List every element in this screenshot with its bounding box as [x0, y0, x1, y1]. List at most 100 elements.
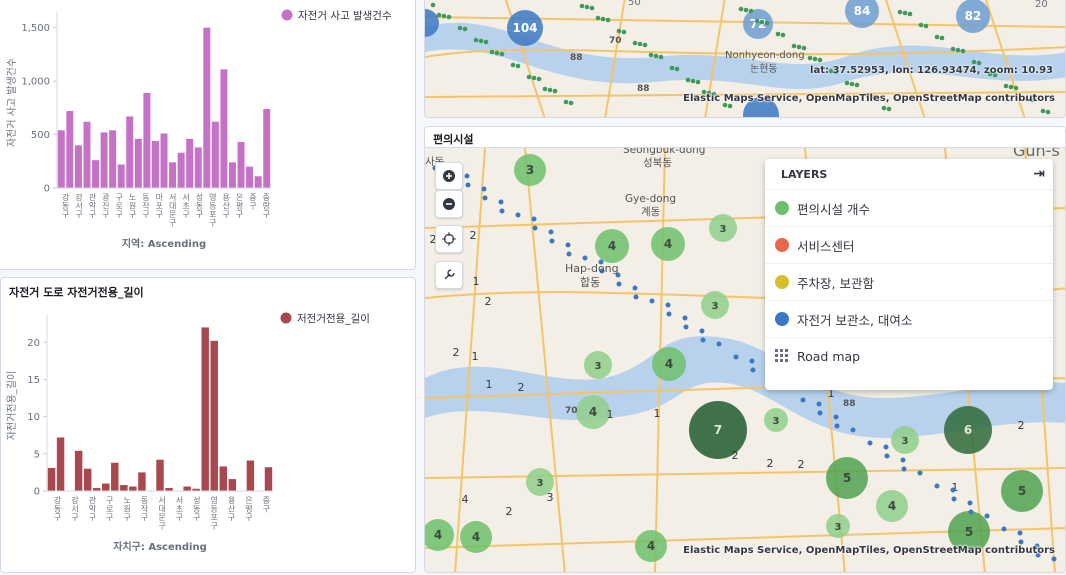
point-marker [589, 5, 595, 11]
point-marker [683, 324, 689, 330]
map-attribution[interactable]: Elastic Maps Service, OpenMapTiles, Open… [683, 545, 1055, 556]
x-tick-label: 동작구 [142, 193, 150, 219]
collapse-layers-icon[interactable]: ⇥ [1033, 166, 1045, 182]
chart-panel-bike-lanes: 자전거 도로 자전거전용_길이 0 5 10 15 20 강 동 구 강 서 구 관 악 구 구 로 구 노 원 구 동… [0, 277, 416, 573]
point-marker [637, 41, 643, 47]
svg-text:영: 영 [209, 192, 216, 202]
x-tick-label: 은평구 [245, 496, 252, 522]
svg-text:강: 강 [62, 192, 70, 202]
cluster-count: 4 [589, 405, 597, 419]
layer-row[interactable]: 주차장, 보관함 [765, 264, 1053, 301]
panel-title: 자전거 도로 자전거전용_길이 [9, 286, 144, 299]
point-marker [791, 43, 797, 49]
bar [134, 138, 142, 188]
draw-tool-button[interactable] [435, 261, 463, 289]
svg-text:구: 구 [249, 202, 256, 211]
point-marker [950, 46, 956, 52]
place-label: 계동 [641, 206, 661, 218]
locate-button[interactable] [435, 225, 463, 253]
svg-text:진: 진 [102, 201, 109, 211]
x-tick-label: 용산구 [228, 496, 236, 522]
x-axis-title: 지역: Ascending [122, 237, 206, 250]
point-marker [549, 238, 555, 244]
cluster-count: 4 [888, 499, 896, 513]
point-marker [867, 440, 873, 446]
y-tick-label: 0 [34, 487, 40, 498]
point-marker [690, 78, 696, 84]
point-marker [642, 42, 648, 48]
point-marker [548, 229, 554, 235]
cluster-count: 5 [1018, 484, 1026, 498]
point-marker [1051, 556, 1057, 562]
point-marker [565, 242, 571, 248]
point-marker [733, 354, 739, 360]
svg-text:작: 작 [141, 504, 149, 514]
svg-text:구: 구 [228, 513, 235, 522]
cluster-count: 6 [964, 423, 972, 437]
cluster-count: 2 [798, 458, 805, 471]
point-marker [884, 453, 890, 459]
point-marker [897, 9, 903, 15]
x-tick-label: 서초구 [182, 193, 189, 219]
point-marker [796, 44, 802, 50]
bar [237, 142, 245, 188]
cluster-count: 1 [607, 408, 614, 421]
legend-label: 자전거 사고 발생건수 [298, 10, 392, 22]
layers-legend[interactable]: LAYERS ⇥ 편의시설 개수 서비스센터 주차장, 보관함 자전거 보관소,… [765, 159, 1053, 390]
bar-chart-bike-lanes: 05101520강동구강서구관악구구로구노원구동작구서대문구서초구성동구영등포구… [5, 312, 370, 553]
point-marker [881, 105, 887, 111]
bar [120, 485, 128, 491]
place-label: Nonhyeon-dong [725, 50, 805, 61]
bar [57, 130, 65, 188]
point-marker [817, 57, 823, 63]
layer-row[interactable]: Road map [765, 338, 1053, 374]
zoom-in-button[interactable] [435, 162, 463, 190]
point-marker [902, 10, 908, 16]
x-axis-title: 자치구: Ascending [113, 540, 206, 553]
cluster-count: 4 [472, 530, 480, 544]
bar [129, 486, 137, 491]
layer-color-dot [775, 238, 789, 252]
bar [254, 176, 262, 188]
bar [92, 160, 99, 188]
point-marker [749, 358, 755, 364]
bar [102, 483, 110, 491]
point-marker [632, 285, 638, 291]
point-marker [849, 81, 855, 87]
point-marker [582, 255, 588, 261]
bar [151, 140, 159, 188]
point-marker [547, 87, 553, 93]
bar-chart-accidents: 05001,0001,500강동구강서구관악구광진구구로구노원구동작구마포구서대… [6, 9, 392, 250]
point-marker [526, 74, 532, 80]
point-marker [568, 100, 574, 106]
map-panel-amenities[interactable]: 편의시설 34433344736354553444322211112221122… [424, 126, 1066, 573]
x-tick-label: 광진구 [102, 192, 110, 219]
point-marker [669, 65, 675, 71]
map-attribution[interactable]: Elastic Maps Service, OpenMapTiles, Open… [683, 93, 1055, 104]
point-marker [800, 397, 806, 403]
layer-row[interactable]: 자전거 보관소, 대여소 [765, 301, 1053, 338]
svg-text:구: 구 [158, 522, 165, 531]
point-marker [759, 19, 765, 25]
point-marker [531, 75, 537, 81]
place-label: Gye-dong [625, 193, 676, 205]
point-marker [923, 23, 929, 29]
map-panel-top[interactable]: 104 72 84 82 70 88 88 50 20 Nonhyeon-dong 논현동 lat:… [424, 0, 1066, 118]
bar [228, 479, 237, 491]
point-marker [833, 414, 839, 420]
point-marker [844, 80, 850, 86]
x-tick-label: 성동구 [193, 496, 200, 522]
layer-row[interactable]: 서비스센터 [765, 227, 1053, 264]
point-marker [764, 20, 770, 26]
zoom-out-button[interactable] [435, 190, 463, 218]
svg-text:광: 광 [102, 192, 110, 202]
bar [169, 162, 177, 188]
svg-text:구: 구 [106, 513, 113, 522]
point-marker [807, 55, 813, 61]
svg-text:강: 강 [71, 495, 79, 505]
cluster-count: 1 [473, 275, 480, 288]
point-marker [960, 48, 966, 54]
point-marker [515, 63, 521, 69]
layer-row[interactable]: 편의시설 개수 [765, 190, 1053, 227]
wrench-icon [444, 269, 455, 280]
